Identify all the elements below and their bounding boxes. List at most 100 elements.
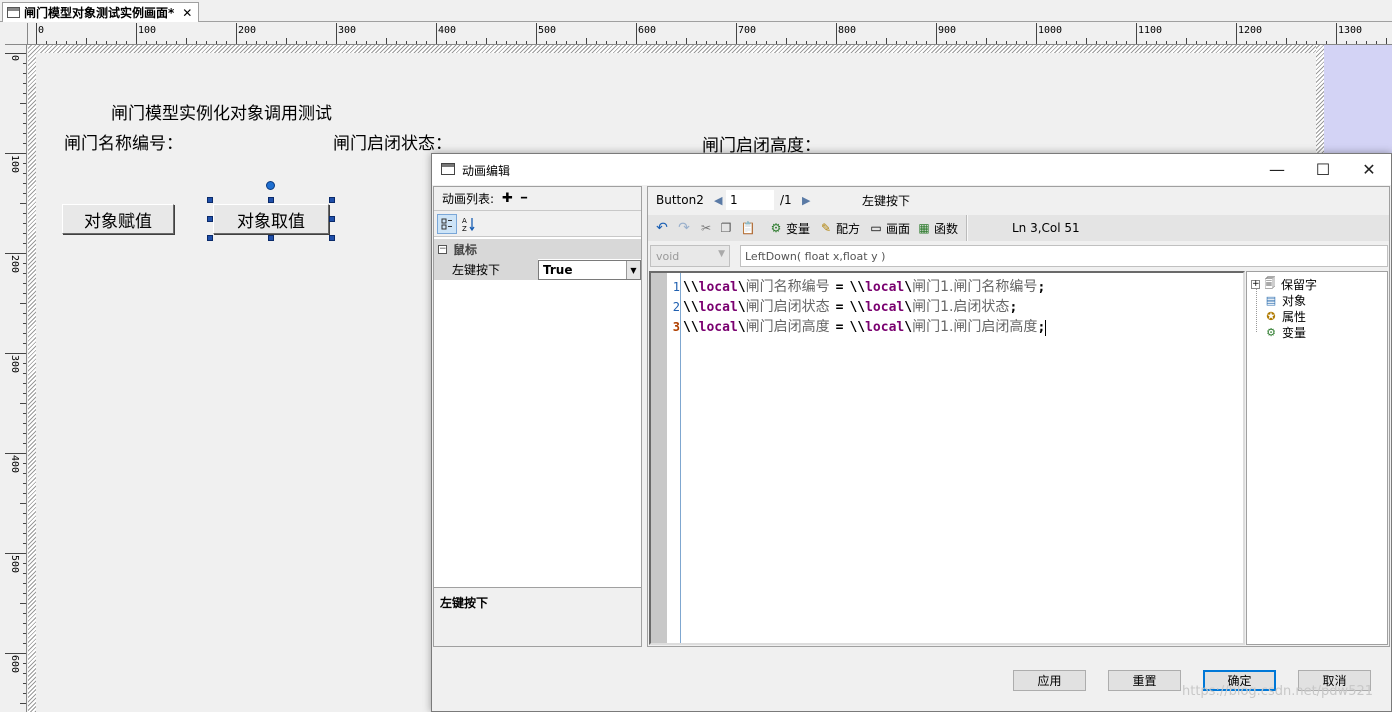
category-label: 鼠标: [453, 242, 478, 257]
ruler-tick: [23, 173, 26, 174]
apply-button[interactable]: 应用: [1013, 670, 1086, 691]
code-text: \\local\闸门启闭高度 = \\local\闸门1.闸门启闭高度;: [683, 319, 1047, 336]
category-mouse[interactable]: − 鼠标: [434, 239, 641, 259]
ruler-tick: [1236, 23, 1237, 44]
ruler-tick: [1286, 38, 1287, 44]
redo-icon[interactable]: ↷: [676, 219, 692, 237]
insert-variable-button[interactable]: ⚙ 变量: [768, 219, 810, 237]
maximize-icon[interactable]: ☐: [1300, 154, 1346, 185]
tree-item-reserved-words[interactable]: + 🗐 保留字: [1251, 276, 1317, 292]
ruler-tick: [23, 313, 26, 314]
resize-handle-se[interactable]: [329, 235, 335, 241]
insert-recipe-button[interactable]: ✎ 配方: [818, 219, 860, 237]
ruler-tick: [23, 543, 26, 544]
ruler-tick: [23, 473, 26, 474]
line-number: 2: [672, 300, 680, 314]
page-total: /1: [780, 193, 792, 207]
resize-handle-n[interactable]: [268, 197, 274, 203]
reset-button[interactable]: 重置: [1108, 670, 1181, 691]
add-icon[interactable]: ✚: [502, 191, 513, 206]
ruler-tick: [23, 463, 26, 464]
remove-icon[interactable]: ━: [521, 193, 527, 204]
tree-label: 属性: [1282, 309, 1307, 324]
vertical-ruler: 0 100 200 300 400 500 600: [5, 45, 27, 712]
tree-item-objects[interactable]: ▤ 对象: [1264, 292, 1306, 308]
line-number: 3: [672, 320, 680, 334]
page-input[interactable]: 1: [726, 190, 774, 210]
ruler-tick: [5, 653, 26, 654]
tree-label: 对象: [1282, 293, 1307, 308]
ruler-label: 600: [638, 25, 657, 36]
cut-icon[interactable]: ✂: [698, 219, 714, 237]
ruler-tick: [1386, 38, 1387, 44]
resize-handle-sw[interactable]: [207, 235, 213, 241]
ruler-label: 600: [9, 655, 20, 674]
code-text: \\local\闸门启闭状态 = \\local\闸门1.启闭状态;: [683, 299, 1018, 315]
ruler-tick: [20, 703, 26, 704]
code-line[interactable]: 3 \\local\闸门启闭高度 = \\local\闸门1.闸门启闭高度;: [651, 317, 1241, 337]
document-tab[interactable]: 闸门模型对象测试实例画面* ✕: [2, 2, 200, 22]
ruler-tick: [23, 643, 26, 644]
ruler-tick: [23, 243, 26, 244]
resize-handle-nw[interactable]: [207, 197, 213, 203]
sort-alpha-icon[interactable]: AZ: [459, 214, 479, 234]
insert-function-button[interactable]: ▦ 函数: [916, 219, 958, 237]
collapse-icon[interactable]: −: [438, 244, 447, 254]
description-text: 左键按下: [440, 596, 489, 610]
prev-page-icon[interactable]: ◀: [714, 194, 726, 207]
ruler-tick: [23, 323, 26, 324]
tree-item-variables[interactable]: ⚙ 变量: [1264, 324, 1306, 340]
tree-label: 变量: [1282, 325, 1307, 340]
tree-label: 保留字: [1281, 277, 1318, 292]
categorized-icon[interactable]: [437, 214, 457, 234]
chevron-down-icon[interactable]: ▼: [626, 261, 640, 279]
resize-handle-ne[interactable]: [329, 197, 335, 203]
ruler-tick: [23, 363, 26, 364]
ruler-tick: [23, 663, 26, 664]
undo-icon[interactable]: ↶: [654, 219, 670, 237]
insert-screen-button[interactable]: ▭ 画面: [868, 219, 910, 237]
copy-icon[interactable]: ❐: [718, 219, 734, 237]
ruler-tick: [5, 553, 26, 554]
ruler-label: 1200: [1238, 25, 1263, 36]
canvas-title-text[interactable]: 闸门模型实例化对象调用测试: [111, 99, 332, 124]
close-icon[interactable]: ✕: [1346, 154, 1392, 185]
animation-list-label: 动画列表:: [442, 192, 495, 206]
resize-handle-s[interactable]: [268, 235, 274, 241]
resize-handle-e[interactable]: [329, 216, 335, 222]
ruler-tick: [23, 433, 26, 434]
ruler-tick: [36, 23, 37, 44]
page-border-left: [28, 45, 36, 712]
ruler-label: 100: [9, 155, 20, 174]
ruler-tick: [23, 233, 26, 234]
minimize-icon[interactable]: —: [1254, 154, 1300, 185]
ruler-tick: [336, 23, 337, 44]
code-line[interactable]: 1 \\local\闸门名称编号 = \\local\闸门1.闸门名称编号;: [651, 277, 1241, 297]
tree-item-properties[interactable]: ✪ 属性: [1264, 308, 1306, 324]
next-page-icon[interactable]: ▶: [802, 194, 862, 207]
ruler-tick: [23, 683, 26, 684]
get-object-button[interactable]: 对象取值: [213, 204, 329, 234]
assign-object-button[interactable]: 对象赋值: [62, 204, 174, 234]
dialog-titlebar[interactable]: 动画编辑 — ☐ ✕: [432, 154, 1391, 185]
resize-handle-w[interactable]: [207, 216, 213, 222]
close-icon[interactable]: ✕: [182, 6, 192, 20]
ruler-tick: [536, 23, 537, 44]
ruler-label: 700: [738, 25, 757, 36]
window-icon: [441, 163, 455, 175]
paste-icon[interactable]: 📋: [740, 219, 756, 237]
return-type-select[interactable]: void ▼: [650, 245, 730, 267]
rotate-handle[interactable]: [266, 181, 275, 190]
script-editor-pane: Button2 ◀ 1 /1 ▶ 左键按下 ↶ ↷ ✂ ❐ 📋 ⚙ 变量 ✎ 配方 …: [647, 186, 1390, 647]
property-value-select[interactable]: True ▼: [538, 260, 641, 280]
gate-state-label[interactable]: 闸门启闭状态：: [333, 129, 452, 154]
expand-icon[interactable]: +: [1251, 279, 1260, 289]
gate-name-label[interactable]: 闸门名称编号：: [64, 129, 183, 154]
ruler-corner: [5, 23, 28, 45]
code-line[interactable]: 2 \\local\闸门启闭状态 = \\local\闸门1.启闭状态;: [651, 297, 1241, 317]
code-editor[interactable]: 1 \\local\闸门名称编号 = \\local\闸门1.闸门名称编号; 2 \\lo…: [649, 271, 1245, 645]
book-icon: 🗐: [1264, 276, 1276, 290]
property-row-left-down[interactable]: 左键按下 True ▼: [434, 259, 641, 280]
ruler-tick: [23, 423, 26, 424]
ruler-tick: [5, 353, 26, 354]
